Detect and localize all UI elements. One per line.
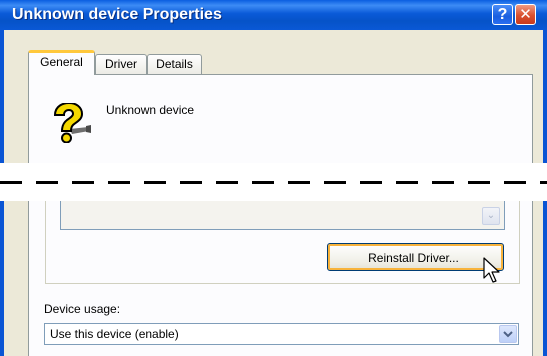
properties-dialog: Unknown device Properties ? ✕ General Dr…: [0, 0, 547, 356]
title-bar[interactable]: Unknown device Properties ? ✕: [0, 0, 547, 30]
device-status-box[interactable]: [60, 201, 505, 230]
status-scroll-down-button[interactable]: ⌄: [482, 207, 500, 225]
reinstall-driver-button[interactable]: Reinstall Driver...: [327, 243, 504, 271]
device-name: Unknown device: [106, 103, 195, 117]
mouse-pointer-icon: [483, 257, 500, 283]
tab-driver[interactable]: Driver: [95, 54, 147, 74]
window-title: Unknown device Properties: [12, 6, 222, 23]
question-mark-device-icon: [53, 103, 91, 143]
dropdown-arrow-button[interactable]: [499, 325, 517, 343]
screenshot-break: [0, 163, 547, 201]
device-usage-value: Use this device (enable): [50, 327, 179, 341]
help-button[interactable]: ?: [492, 4, 513, 25]
status-group-border: [45, 201, 46, 283]
chevron-down-icon: [503, 331, 513, 338]
tab-general[interactable]: General: [28, 50, 95, 75]
status-group-border: [45, 283, 520, 284]
help-icon: ?: [497, 6, 508, 23]
close-button[interactable]: ✕: [515, 4, 536, 25]
device-usage-dropdown[interactable]: Use this device (enable): [44, 323, 519, 345]
device-usage-label: Device usage:: [44, 302, 121, 316]
close-icon: ✕: [519, 6, 532, 23]
break-dashed-line: [0, 181, 547, 184]
status-group-border: [519, 201, 520, 283]
tab-details[interactable]: Details: [147, 54, 202, 74]
